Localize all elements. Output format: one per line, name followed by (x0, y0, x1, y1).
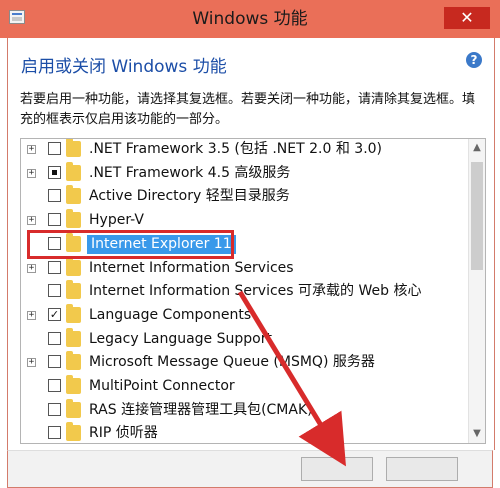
windows-features-dialog: Windows 功能 ✕ 启用或关闭 Windows 功能 ? 若要启用一种功能… (0, 0, 500, 488)
folder-icon (66, 209, 81, 229)
scroll-thumb[interactable] (471, 162, 483, 270)
feature-label: Microsoft Message Queue (MSMQ) 服务器 (89, 354, 375, 371)
folder-icon (66, 375, 81, 394)
feature-label: .NET Framework 4.5 高级服务 (89, 164, 291, 181)
feature-label: Internet Information Services 可承载的 Web 核… (89, 283, 422, 300)
folder-icon (66, 161, 81, 181)
close-button[interactable]: ✕ (444, 7, 490, 29)
feature-row[interactable]: Active Directory 轻型目录服务 (21, 185, 467, 209)
feature-row[interactable]: + Microsoft Message Queue (MSMQ) 服务器 (21, 351, 467, 375)
feature-checkbox[interactable] (48, 379, 61, 392)
feature-checkbox[interactable]: ✓ (48, 307, 61, 321)
feature-label: RIP 侦听器 (89, 425, 158, 442)
feature-checkbox[interactable] (48, 331, 61, 345)
description-text: 若要启用一种功能，请选择其复选框。若要关闭一种功能，请清除其复选框。填充的框表示… (20, 92, 476, 127)
feature-row[interactable]: Internet Explorer 11 (21, 232, 467, 257)
feature-row[interactable]: MultiPoint Connector (21, 375, 467, 399)
feature-row[interactable]: + .NET Framework 3.5 (包括 .NET 2.0 和 3.0) (21, 139, 467, 162)
feature-checkbox[interactable] (48, 260, 61, 274)
feature-checkbox[interactable] (48, 142, 61, 155)
folder-icon (66, 256, 81, 276)
dialog-content: 启用或关闭 Windows 功能 ? 若要启用一种功能，请选择其复选框。若要关闭… (7, 38, 495, 450)
feature-tree[interactable]: + .NET Framework 3.5 (包括 .NET 2.0 和 3.0) +… (20, 138, 486, 444)
feature-checkbox[interactable] (48, 165, 61, 179)
plus-icon[interactable]: + (27, 168, 36, 178)
feature-label: .NET Framework 3.5 (包括 .NET 2.0 和 3.0) (89, 141, 383, 157)
plus-icon[interactable]: + (27, 145, 36, 154)
feature-row[interactable]: Legacy Language Support (21, 327, 467, 352)
plus-icon[interactable]: + (27, 216, 36, 226)
feature-row[interactable]: + Hyper-V (21, 209, 467, 233)
folder-icon (66, 232, 81, 252)
folder-icon (66, 327, 81, 347)
folder-icon (66, 351, 81, 371)
close-icon: ✕ (460, 8, 474, 27)
feature-row[interactable]: RAS 连接管理器管理工具包(CMAK) (21, 398, 467, 423)
feature-label: Language Components (89, 306, 252, 323)
folder-icon (66, 303, 81, 323)
feature-checkbox[interactable] (48, 284, 61, 298)
feature-row[interactable]: Internet Information Services 可承载的 Web 核… (21, 280, 467, 304)
window-title: Windows 功能 (192, 9, 308, 29)
feature-label: Internet Explorer 11 (87, 234, 236, 254)
feature-checkbox[interactable] (48, 426, 61, 440)
chevron-up-icon[interactable]: ▲ (469, 139, 485, 157)
feature-checkbox[interactable] (48, 236, 61, 250)
help-icon[interactable]: ? (466, 52, 482, 68)
folder-icon (66, 280, 81, 300)
feature-checkbox[interactable] (48, 402, 61, 416)
feature-label: MultiPoint Connector (89, 378, 235, 394)
title-bar: Windows 功能 ✕ (0, 0, 500, 38)
feature-checkbox[interactable] (48, 213, 61, 227)
plus-icon[interactable]: + (27, 358, 36, 368)
plus-icon[interactable]: + (27, 310, 36, 320)
feature-row[interactable]: + Internet Information Services (21, 256, 467, 281)
folder-icon (66, 398, 81, 418)
folder-icon (66, 139, 81, 157)
ok-button[interactable] (301, 457, 373, 481)
feature-checkbox[interactable] (48, 189, 61, 203)
feature-label: RAS 连接管理器管理工具包(CMAK) (89, 401, 313, 418)
vertical-scrollbar[interactable]: ▲ ▼ (468, 139, 485, 443)
feature-label: Active Directory 轻型目录服务 (89, 188, 290, 205)
feature-row[interactable]: RIP 侦听器 (21, 422, 467, 443)
feature-label: Legacy Language Support (89, 330, 272, 347)
plus-icon[interactable]: + (27, 263, 36, 273)
feature-label: Hyper-V (89, 212, 144, 229)
feature-checkbox[interactable] (48, 355, 61, 369)
cancel-button[interactable] (386, 457, 458, 481)
folder-icon (66, 422, 81, 442)
page-title: 启用或关闭 Windows 功能 (21, 57, 227, 77)
dialog-footer (7, 450, 493, 488)
folder-icon (66, 185, 81, 205)
feature-row[interactable]: + ✓ Language Components (21, 303, 467, 328)
feature-row[interactable]: + .NET Framework 4.5 高级服务 (21, 161, 467, 186)
chevron-down-icon[interactable]: ▼ (469, 425, 485, 443)
feature-label: Internet Information Services (89, 259, 294, 276)
